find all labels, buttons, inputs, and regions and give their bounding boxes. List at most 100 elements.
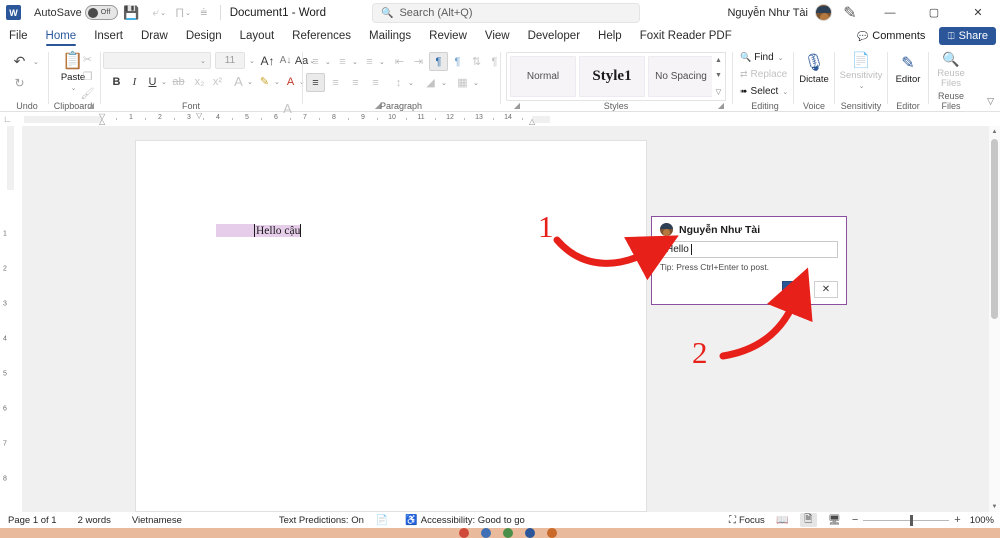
- increase-indent-icon[interactable]: ⇥: [409, 52, 428, 71]
- italic-button[interactable]: I: [125, 72, 144, 91]
- shading-icon[interactable]: ◢: [421, 73, 440, 92]
- minimize-button[interactable]: —: [868, 0, 912, 25]
- document-canvas[interactable]: Hello cậu: [22, 126, 990, 512]
- bullets-dropdown-icon[interactable]: ⌄: [325, 58, 331, 66]
- tab-view[interactable]: View: [476, 25, 519, 47]
- font-name-input[interactable]: ⌄: [103, 52, 211, 69]
- left-indent-marker[interactable]: △: [99, 117, 105, 126]
- rtl-text-direction-icon[interactable]: ¶: [448, 52, 467, 71]
- highlight-dropdown-icon[interactable]: ⌄: [274, 78, 280, 86]
- redo-icon[interactable]: Π ⌄: [173, 2, 194, 23]
- tab-insert[interactable]: Insert: [85, 25, 132, 47]
- document-paragraph[interactable]: Hello cậu: [216, 224, 302, 237]
- select-button[interactable]: ➠ Select ⌄: [740, 86, 788, 97]
- new-comment-card[interactable]: Nguyễn Như Tài Hello Tip: Press Ctrl+Ent…: [651, 216, 847, 305]
- hanging-indent-marker[interactable]: ▽: [196, 113, 202, 120]
- redo-button[interactable]: ↻: [10, 73, 29, 92]
- shading-dropdown-icon[interactable]: ⌄: [441, 79, 447, 87]
- text-effects-icon[interactable]: A: [229, 72, 248, 91]
- tab-references[interactable]: References: [283, 25, 360, 47]
- justify-icon[interactable]: ≡: [366, 73, 385, 92]
- sensitivity-button[interactable]: 📄 Sensitivity ⌄: [840, 51, 883, 90]
- scroll-down-arrow[interactable]: ▼: [989, 501, 1000, 512]
- bullets-icon[interactable]: ≡: [306, 52, 325, 71]
- zoom-level-label[interactable]: 100%: [970, 515, 994, 526]
- underline-dropdown-icon[interactable]: ⌄: [161, 78, 167, 86]
- numbering-icon[interactable]: ≡: [333, 52, 352, 71]
- language-status[interactable]: Vietnamese: [132, 515, 182, 526]
- tab-foxit-reader-pdf[interactable]: Foxit Reader PDF: [631, 25, 741, 47]
- read-mode-icon[interactable]: 📖: [774, 513, 791, 527]
- tab-home[interactable]: Home: [37, 25, 86, 47]
- superscript-button[interactable]: x²: [208, 72, 227, 91]
- post-comment-button[interactable]: ➤: [782, 281, 808, 298]
- zoom-track[interactable]: [863, 514, 950, 526]
- tab-mailings[interactable]: Mailings: [360, 25, 420, 47]
- comments-button[interactable]: 💬 Comments: [849, 27, 934, 45]
- save-icon[interactable]: 💾: [121, 2, 142, 23]
- tab-layout[interactable]: Layout: [231, 25, 284, 47]
- search-input[interactable]: 🔍 Search (Alt+Q): [372, 3, 640, 23]
- zoom-slider[interactable]: − +: [852, 514, 961, 526]
- strikethrough-button[interactable]: ab: [169, 72, 188, 91]
- right-indent-marker[interactable]: △: [529, 117, 535, 126]
- taskbar-icon[interactable]: [459, 528, 469, 538]
- word-count-status[interactable]: 2 words: [78, 515, 111, 526]
- comment-text-input[interactable]: Hello: [660, 241, 838, 258]
- tab-draw[interactable]: Draw: [132, 25, 177, 47]
- maximize-button[interactable]: ▢: [912, 0, 956, 25]
- undo-button[interactable]: ↶: [10, 52, 29, 71]
- multilevel-list-icon[interactable]: ≡: [360, 52, 379, 71]
- text-predictions-status[interactable]: Text Predictions: On: [279, 515, 364, 526]
- align-left-icon[interactable]: ≡: [306, 73, 325, 92]
- collapse-ribbon-icon[interactable]: ▽: [987, 96, 994, 107]
- paste-dropdown-icon[interactable]: ⌄: [71, 84, 77, 92]
- scrollbar-thumb[interactable]: [991, 139, 998, 319]
- undo-icon[interactable]: ⤶ ⌄: [149, 2, 170, 23]
- share-button[interactable]: ⎅ Share: [939, 27, 996, 45]
- tab-review[interactable]: Review: [420, 25, 476, 47]
- tab-file[interactable]: File: [0, 25, 37, 47]
- bold-button[interactable]: B: [107, 72, 126, 91]
- zoom-out-button[interactable]: −: [852, 514, 858, 526]
- dictate-button[interactable]: 🎙 Dictate: [795, 53, 833, 85]
- find-dropdown-icon[interactable]: ⌄: [778, 54, 784, 62]
- focus-mode-button[interactable]: ⛶ Focus: [729, 515, 765, 526]
- line-spacing-icon[interactable]: ↕: [389, 73, 408, 92]
- subscript-button[interactable]: x₂: [190, 72, 209, 91]
- document-page[interactable]: Hello cậu: [135, 140, 647, 512]
- line-spacing-dropdown-icon[interactable]: ⌄: [408, 79, 414, 87]
- multilevel-dropdown-icon[interactable]: ⌄: [379, 58, 385, 66]
- page-number-status[interactable]: Page 1 of 1: [8, 515, 57, 526]
- sensitivity-dropdown-icon[interactable]: ⌄: [859, 82, 865, 90]
- taskbar-icon[interactable]: [503, 528, 513, 538]
- ltr-text-direction-icon[interactable]: ¶: [429, 52, 448, 71]
- zoom-in-button[interactable]: +: [954, 514, 960, 526]
- undo-dropdown-icon[interactable]: ⌄: [33, 58, 39, 66]
- grow-font-icon[interactable]: A↑: [258, 51, 277, 70]
- autosave-toggle[interactable]: Off: [84, 5, 118, 20]
- font-size-dropdown-icon[interactable]: ⌄: [249, 57, 255, 65]
- accessibility-status[interactable]: ♿ Accessibility: Good to go: [405, 515, 524, 526]
- web-layout-icon[interactable]: 🖥: [826, 513, 843, 527]
- align-center-icon[interactable]: ≡: [326, 73, 345, 92]
- highlight-icon[interactable]: ✎: [255, 72, 274, 91]
- tab-help[interactable]: Help: [589, 25, 631, 47]
- borders-icon[interactable]: ▦: [453, 73, 472, 92]
- font-name-dropdown-icon[interactable]: ⌄: [200, 57, 206, 65]
- decrease-indent-icon[interactable]: ⇤: [390, 52, 409, 71]
- vertical-scrollbar[interactable]: ▲ ▼: [989, 126, 1000, 512]
- cancel-comment-button[interactable]: ✕: [814, 281, 838, 298]
- find-button[interactable]: 🔍 Find ⌄: [740, 52, 784, 63]
- reuse-files-button[interactable]: 🔍 Reuse Files: [931, 51, 971, 89]
- ruler-corner-tab-selector[interactable]: ∟: [3, 114, 12, 124]
- editor-button[interactable]: ✎ Editor: [889, 53, 927, 85]
- account-name[interactable]: Nguyễn Như Tài: [727, 7, 808, 19]
- tab-developer[interactable]: Developer: [519, 25, 589, 47]
- vertical-ruler[interactable]: 1 2 3 4 5 6 7 8: [0, 126, 22, 512]
- replace-button[interactable]: ⇄ Replace: [740, 69, 787, 80]
- taskbar-icon[interactable]: [547, 528, 557, 538]
- numbering-dropdown-icon[interactable]: ⌄: [352, 58, 358, 66]
- select-dropdown-icon[interactable]: ⌄: [782, 88, 788, 96]
- font-size-input[interactable]: 11: [215, 52, 245, 69]
